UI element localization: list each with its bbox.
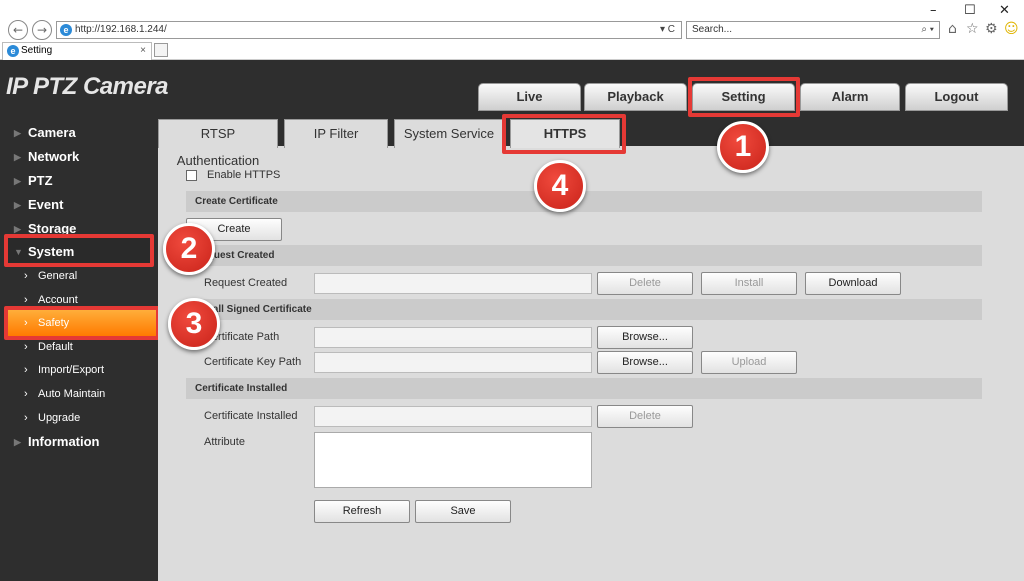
attribute-label: Attribute — [204, 436, 245, 448]
enable-https-checkbox[interactable] — [186, 170, 197, 181]
sidebar-subitem-label: Import/Export — [38, 364, 105, 376]
maximize-icon[interactable]: ☐ — [964, 3, 976, 18]
sidebar-item-ptz[interactable]: ▶ PTZ — [0, 170, 158, 192]
certificate-installed-field[interactable] — [314, 406, 592, 427]
callout-badge-2: 2 — [163, 223, 215, 275]
chevron-right-icon: › — [24, 412, 28, 424]
sidebar-item-network[interactable]: ▶ Network — [0, 146, 158, 168]
address-bar[interactable]: e http://192.168.1.244/ ▾ C — [56, 21, 682, 39]
delete-installed-button[interactable]: Delete — [597, 405, 693, 428]
sidebar-subitem-label: Account — [38, 294, 78, 306]
callout-badge-3: 3 — [168, 298, 220, 350]
browser-logo-icon: e — [7, 45, 19, 57]
sidebar-subitem-auto-maintain[interactable]: › Auto Maintain — [0, 383, 158, 405]
tab-ip-filter[interactable]: IP Filter — [284, 119, 388, 148]
close-tab-icon[interactable]: × — [140, 43, 146, 59]
certificate-installed-label: Certificate Installed — [204, 410, 298, 422]
enable-https-label: Enable HTTPS — [207, 169, 281, 181]
callout-badge-4: 4 — [534, 160, 586, 212]
callout-badge-1: 1 — [717, 121, 769, 173]
caret-right-icon: ▶ — [14, 176, 21, 186]
sidebar-subitem-default[interactable]: › Default — [0, 336, 158, 358]
chevron-right-icon: › — [24, 270, 28, 282]
chevron-right-icon: › — [24, 364, 28, 376]
address-text: http://192.168.1.244/ — [75, 24, 167, 35]
browser-tab-title: Setting — [21, 45, 53, 56]
sidebar-subitem-label: Safety — [38, 317, 70, 329]
caret-right-icon: ▶ — [14, 200, 21, 210]
minimize-icon[interactable]: – — [930, 3, 937, 18]
caret-right-icon: ▶ — [14, 437, 21, 447]
tab-alarm[interactable]: Alarm — [800, 83, 900, 111]
sidebar-item-label: Event — [28, 197, 64, 212]
sidebar-subitem-label: Default — [38, 341, 73, 353]
browse-key-button[interactable]: Browse... — [597, 351, 693, 374]
sidebar-subitem-label: Auto Maintain — [38, 388, 106, 400]
sidebar-item-information[interactable]: ▶ Information — [0, 431, 158, 453]
back-icon[interactable]: ← — [8, 20, 28, 40]
forward-icon[interactable]: → — [32, 20, 52, 40]
search-input[interactable]: Search... ⌕ ▾ — [686, 21, 940, 39]
callout-highlight-https — [502, 114, 626, 154]
section-certificate-installed: Certificate Installed — [186, 378, 982, 399]
gear-icon[interactable]: ⚙ — [985, 21, 998, 37]
certificate-key-path-label: Certificate Key Path — [204, 356, 302, 368]
save-button[interactable]: Save — [415, 500, 511, 523]
delete-request-button[interactable]: Delete — [597, 272, 693, 295]
attribute-textarea[interactable] — [314, 432, 592, 488]
chevron-right-icon: › — [24, 317, 28, 329]
certificate-path-field[interactable] — [314, 327, 592, 348]
browser-logo-icon: e — [60, 24, 72, 36]
caret-right-icon: ▶ — [14, 152, 21, 162]
sidebar-item-system[interactable]: ▼ System — [0, 241, 158, 263]
browser-tab[interactable]: e Setting × — [2, 42, 152, 60]
home-icon[interactable]: ⌂ — [948, 21, 957, 37]
sidebar-item-label: Camera — [28, 125, 76, 140]
search-placeholder: Search... — [692, 24, 733, 35]
sidebar-item-label: PTZ — [28, 173, 53, 188]
smiley-icon[interactable]: ☺ — [1004, 21, 1019, 37]
tab-rtsp-authentication[interactable]: RTSP Authentication — [158, 119, 278, 168]
refresh-icon[interactable]: ▾ C — [660, 22, 675, 38]
request-created-label: Request Created — [204, 277, 288, 289]
download-button[interactable]: Download — [805, 272, 901, 295]
request-created-field[interactable] — [314, 273, 592, 294]
star-icon[interactable]: ☆ — [966, 21, 979, 37]
refresh-button[interactable]: Refresh — [314, 500, 410, 523]
sidebar-subitem-upgrade[interactable]: › Upgrade — [0, 407, 158, 429]
sidebar-subitem-label: General — [38, 270, 78, 282]
upload-button[interactable]: Upload — [701, 351, 797, 374]
callout-highlight-setting — [688, 77, 800, 117]
sidebar-subitem-label: Upgrade — [38, 412, 81, 424]
browser-chrome: – ☐ ✕ ← → e http://192.168.1.244/ ▾ C Se… — [0, 0, 1024, 60]
sidebar-item-camera[interactable]: ▶ Camera — [0, 122, 158, 144]
chevron-right-icon: › — [24, 388, 28, 400]
close-window-icon[interactable]: ✕ — [999, 3, 1010, 18]
tab-live[interactable]: Live — [478, 83, 581, 111]
caret-down-icon: ▼ — [14, 247, 23, 257]
tab-playback[interactable]: Playback — [584, 83, 687, 111]
chevron-right-icon: › — [24, 341, 28, 353]
certificate-key-path-field[interactable] — [314, 352, 592, 373]
search-icon[interactable]: ⌕ ▾ — [921, 22, 934, 38]
sidebar-item-label: System — [28, 244, 75, 259]
section-request-created: Request Created — [186, 245, 982, 266]
section-install-signed-certificate: Install Signed Certificate — [186, 299, 982, 320]
sidebar-item-label: Information — [28, 434, 100, 449]
brand-title: IP PTZ Camera — [6, 73, 169, 100]
sidebar-subitem-safety[interactable]: › Safety — [0, 312, 158, 334]
sidebar-subitem-import-export[interactable]: › Import/Export — [0, 359, 158, 381]
tab-system-service[interactable]: System Service — [394, 119, 504, 148]
sidebar-subitem-general[interactable]: › General — [0, 265, 158, 287]
install-button[interactable]: Install — [701, 272, 797, 295]
caret-right-icon: ▶ — [14, 128, 21, 138]
sidebar-item-label: Network — [28, 149, 80, 164]
browse-certificate-button[interactable]: Browse... — [597, 326, 693, 349]
new-tab-icon[interactable] — [154, 43, 168, 57]
tab-logout[interactable]: Logout — [905, 83, 1008, 111]
sidebar-item-event[interactable]: ▶ Event — [0, 194, 158, 216]
